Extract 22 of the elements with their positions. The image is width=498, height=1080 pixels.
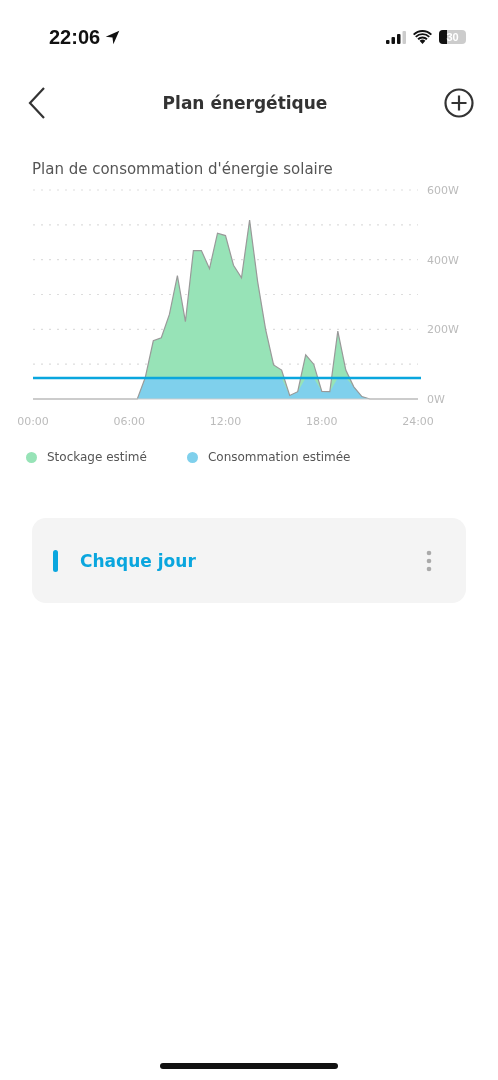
legend-label: Consommation estimée bbox=[207, 450, 351, 464]
x-tick-label: 12:00 bbox=[209, 415, 242, 428]
y-tick-label: 200W bbox=[427, 323, 459, 337]
x-tick-label: 00:00 bbox=[17, 415, 49, 428]
location-arrow-icon bbox=[104, 28, 122, 46]
screen-title: Plan énergétique bbox=[162, 93, 328, 113]
signal-icon bbox=[386, 30, 406, 44]
add-button[interactable] bbox=[444, 88, 474, 118]
clock-time: 22:06 bbox=[49, 25, 101, 49]
chart-title: Plan de consommation d'énergie solaire bbox=[32, 160, 334, 178]
y-tick-label: 0W bbox=[427, 393, 445, 406]
x-tick-label: 18:00 bbox=[305, 415, 338, 428]
y-tick-label: 400W bbox=[427, 253, 459, 267]
back-button[interactable] bbox=[28, 87, 46, 119]
x-tick-label: 24:00 bbox=[402, 415, 434, 428]
plan-card[interactable]: Chaque jour bbox=[32, 518, 466, 603]
y-tick-label: 600W bbox=[427, 184, 459, 197]
plan-label: Chaque jour bbox=[80, 550, 197, 571]
x-tick-label: 06:00 bbox=[113, 415, 146, 428]
accent-bar bbox=[53, 549, 58, 572]
wifi-icon bbox=[413, 30, 432, 44]
legend-label: Stockage estimé bbox=[47, 450, 147, 464]
